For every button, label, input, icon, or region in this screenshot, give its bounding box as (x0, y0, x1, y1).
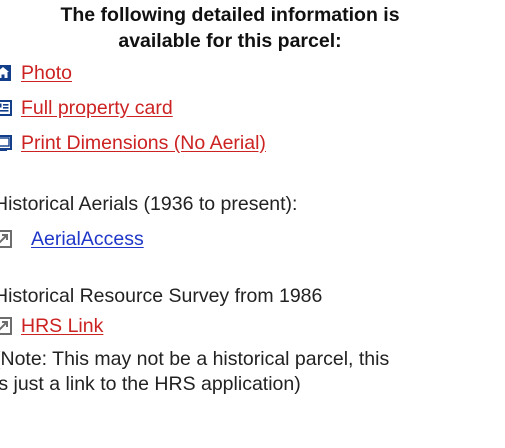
print-dimensions-row: Print Dimensions (No Aerial) (0, 130, 494, 156)
home-icon[interactable] (0, 64, 12, 82)
hrs-link[interactable]: HRS Link (21, 315, 103, 338)
historical-resource-survey-label: Historical Resource Survey from 1986 (0, 285, 323, 307)
historical-aerials-label: Historical Aerials (1936 to present): (0, 193, 298, 215)
hrs-link-row: HRS Link (0, 313, 494, 339)
parcel-info-heading: The following detailed information is av… (20, 2, 440, 54)
hrs-note: (Note: This may not be a historical parc… (0, 347, 494, 397)
print-dimensions-link[interactable]: Print Dimensions (No Aerial) (21, 132, 266, 155)
parcel-info-panel: The following detailed information is av… (0, 0, 494, 397)
aerial-access-link[interactable]: AerialAccess (31, 228, 144, 251)
external-link-icon[interactable] (0, 317, 12, 335)
external-link-icon[interactable] (0, 230, 12, 248)
property-card-icon[interactable] (0, 99, 12, 117)
photo-row: Photo (0, 60, 494, 86)
full-property-card-link[interactable]: Full property card (21, 97, 173, 120)
full-property-card-row: Full property card (0, 95, 494, 121)
heading-line-2: available for this parcel: (118, 30, 342, 52)
heading-line-1: The following detailed information is (60, 4, 400, 26)
hrs-note-line-2: is just a link to the HRS application) (0, 373, 301, 395)
aerial-access-row: AerialAccess (0, 226, 494, 252)
hrs-note-line-1: (Note: This may not be a historical parc… (0, 348, 390, 370)
print-dimensions-icon[interactable] (0, 134, 12, 152)
photo-link[interactable]: Photo (21, 62, 72, 85)
